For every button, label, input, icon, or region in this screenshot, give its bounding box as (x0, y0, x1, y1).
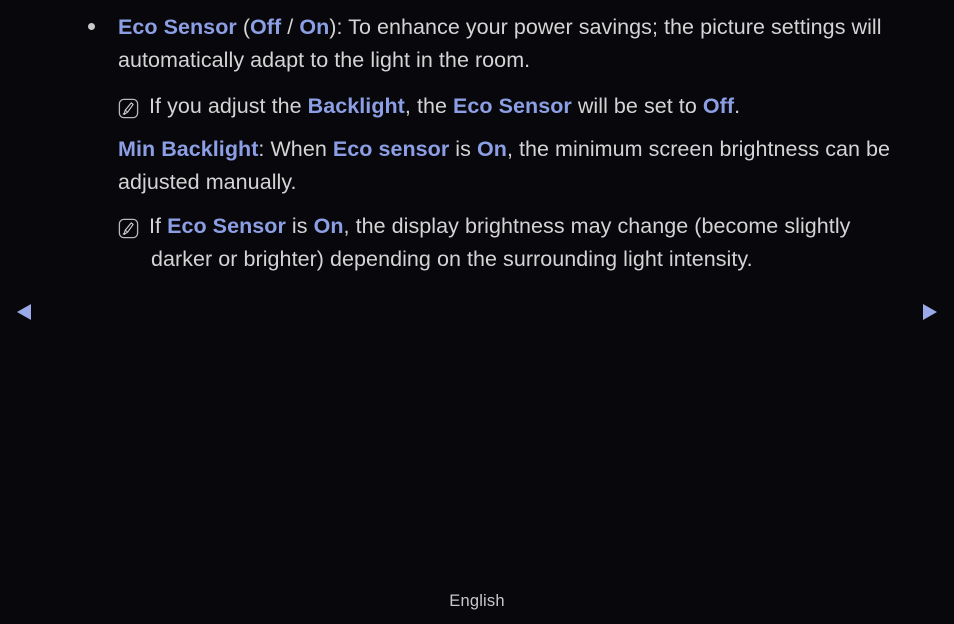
note1-text-d: . (734, 94, 741, 118)
paragraph-min-backlight: Min Backlight: When Eco sensor is On, th… (0, 133, 954, 199)
term-eco-sensor-4: Eco Sensor (167, 214, 286, 238)
text-close-paren: ) (329, 15, 337, 39)
bullet-item-eco-sensor: Eco Sensor (Off / On): To enhance your p… (0, 11, 954, 77)
text-open-paren: ( (236, 15, 251, 39)
minbl-text-a: : When (258, 137, 333, 161)
note-eco-sensor-text: If Eco Sensor is On, the display brightn… (149, 210, 914, 276)
note1-text-a: If you adjust the (149, 94, 308, 118)
triangle-left-icon (17, 304, 31, 320)
term-eco-sensor: Eco Sensor (118, 15, 237, 39)
term-off: Off (250, 15, 282, 39)
note-eco-sensor-brightness: If Eco Sensor is On, the display brightn… (0, 210, 954, 276)
next-page-button[interactable] (914, 297, 944, 327)
note-pencil-icon (118, 98, 139, 119)
text-separator: / (281, 15, 300, 39)
footer-language-label: English (449, 592, 505, 610)
note1-text-c: will be set to (571, 94, 703, 118)
previous-page-button[interactable] (10, 297, 40, 327)
bullet-dot-icon (88, 23, 95, 30)
note-backlight: If you adjust the Backlight, the Eco Sen… (0, 90, 954, 123)
triangle-right-icon (923, 304, 937, 320)
term-eco-sensor-2: Eco Sensor (453, 94, 572, 118)
note1-text-b: , the (404, 94, 454, 118)
term-backlight: Backlight (307, 94, 405, 118)
minbl-text-b: is (449, 137, 477, 161)
note2-text-a: If (149, 214, 168, 238)
term-on-2: On (476, 137, 507, 161)
emanual-screen: Eco Sensor (Off / On): To enhance your p… (0, 0, 954, 624)
term-off-2: Off (702, 94, 735, 118)
note2-text-b: is (285, 214, 314, 238)
term-on-3: On (313, 214, 344, 238)
note-pencil-icon (118, 218, 139, 239)
term-on: On (299, 15, 330, 39)
manual-content: Eco Sensor (Off / On): To enhance your p… (0, 0, 954, 276)
note-backlight-text: If you adjust the Backlight, the Eco Sen… (149, 90, 914, 123)
term-min-backlight: Min Backlight (118, 137, 259, 161)
term-eco-sensor-3: Eco sensor (332, 137, 450, 161)
